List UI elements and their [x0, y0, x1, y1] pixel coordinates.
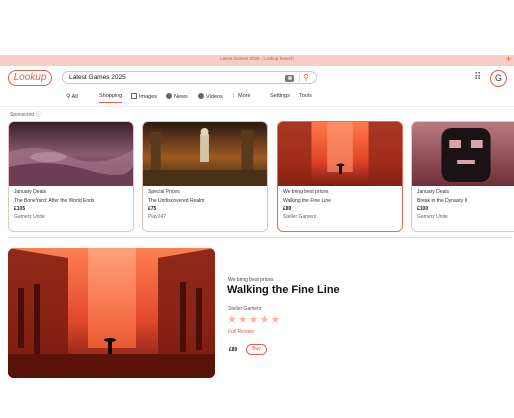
featured-seller: Steller Gamerz [228, 306, 262, 312]
tab-settings[interactable]: Settings [270, 93, 290, 99]
product-name[interactable]: Break in the Dynasty II [417, 198, 467, 204]
product-price: £89 [283, 206, 292, 212]
more-icon: ⋮ [231, 93, 237, 99]
product-deal: Special Prices [148, 189, 180, 195]
buy-button[interactable]: Buy [246, 344, 267, 355]
window-title: Latest Games 2025 - Lookup Search [220, 56, 294, 61]
section-divider [8, 237, 512, 238]
product-seller: Gamerz Unite [417, 214, 448, 220]
tab-label: Tools [299, 93, 312, 99]
tab-tools[interactable]: Tools [299, 93, 312, 99]
product-card[interactable]: January Deals The BoneYard: After the Wo… [8, 121, 134, 232]
search-icon[interactable]: ⚲ [303, 73, 309, 82]
camera-icon[interactable] [285, 74, 294, 82]
tab-more[interactable]: ⋮ More [231, 93, 251, 99]
featured-deal: We bring best prices [228, 277, 274, 283]
header-divider [0, 106, 514, 107]
product-seller: Gamerz Unite [14, 214, 45, 220]
lookup-logo[interactable]: Lookup [8, 70, 52, 86]
tab-label: More [238, 93, 251, 99]
product-deal: January Deals [14, 189, 46, 195]
sponsored-text: Sponsored [10, 112, 35, 118]
tab-news[interactable]: News [166, 93, 188, 100]
product-price: £75 [148, 206, 157, 212]
product-name[interactable]: The Undiscovered Realm [148, 198, 204, 204]
full-review-link[interactable]: Full Review [228, 329, 254, 335]
info-icon[interactable]: ⓘ [36, 112, 41, 118]
tab-videos[interactable]: Videos [198, 93, 223, 100]
tab-label: Videos [206, 94, 223, 100]
tab-label: Shopping [99, 93, 123, 99]
featured-title: Walking the Fine Line [227, 284, 340, 296]
sponsored-label: Sponsored ⓘ [10, 111, 41, 118]
product-card-selected[interactable]: We bring best prices Walking the Fine Li… [277, 121, 403, 232]
product-seller: Steller Gamerz [283, 214, 317, 220]
product-price: £105 [14, 206, 26, 212]
featured-price: £89 [229, 347, 238, 353]
product-image [9, 122, 133, 186]
product-image [143, 122, 267, 186]
tab-all[interactable]: ⚲ All [66, 93, 78, 100]
tab-label: All [71, 94, 78, 100]
search-input[interactable]: Latest Games 2025 [69, 74, 126, 81]
search-icon: ⚲ [66, 94, 71, 100]
rating-stars[interactable]: ★★★★★ [227, 313, 281, 326]
product-image [412, 122, 514, 186]
product-image [278, 122, 402, 186]
search-box[interactable]: Latest Games 2025 ⚲ [62, 71, 317, 84]
product-card[interactable]: January Deals Break in the Dynasty II £1… [411, 121, 514, 232]
search-divider [299, 74, 300, 82]
news-icon [166, 93, 172, 99]
title-bar: Latest Games 2025 - Lookup Search + [0, 54, 514, 66]
product-name[interactable]: Walking the Fine Line [283, 198, 331, 204]
tab-label: News [174, 94, 188, 100]
video-icon [198, 93, 204, 99]
tab-shopping[interactable]: Shopping [99, 93, 123, 104]
product-deal: We bring best prices [283, 189, 329, 195]
product-name[interactable]: The BoneYard: After the World Ends [14, 198, 94, 204]
browser-page: Latest Games 2025 - Lookup Search + Look… [0, 0, 514, 418]
apps-grid-icon[interactable]: ⠿ [474, 72, 481, 83]
tab-images[interactable]: Images [131, 93, 157, 100]
featured-image[interactable] [8, 248, 215, 378]
plus-icon[interactable]: + [506, 54, 511, 65]
image-icon [131, 93, 137, 99]
product-deal: January Deals [417, 189, 449, 195]
avatar[interactable]: G [490, 70, 507, 87]
tab-label: Settings [270, 93, 290, 99]
product-seller: Play247 [148, 214, 167, 220]
product-price: £100 [417, 206, 429, 212]
product-card[interactable]: Special Prices The Undiscovered Realm £7… [142, 121, 268, 232]
tab-label: Images [139, 94, 158, 100]
